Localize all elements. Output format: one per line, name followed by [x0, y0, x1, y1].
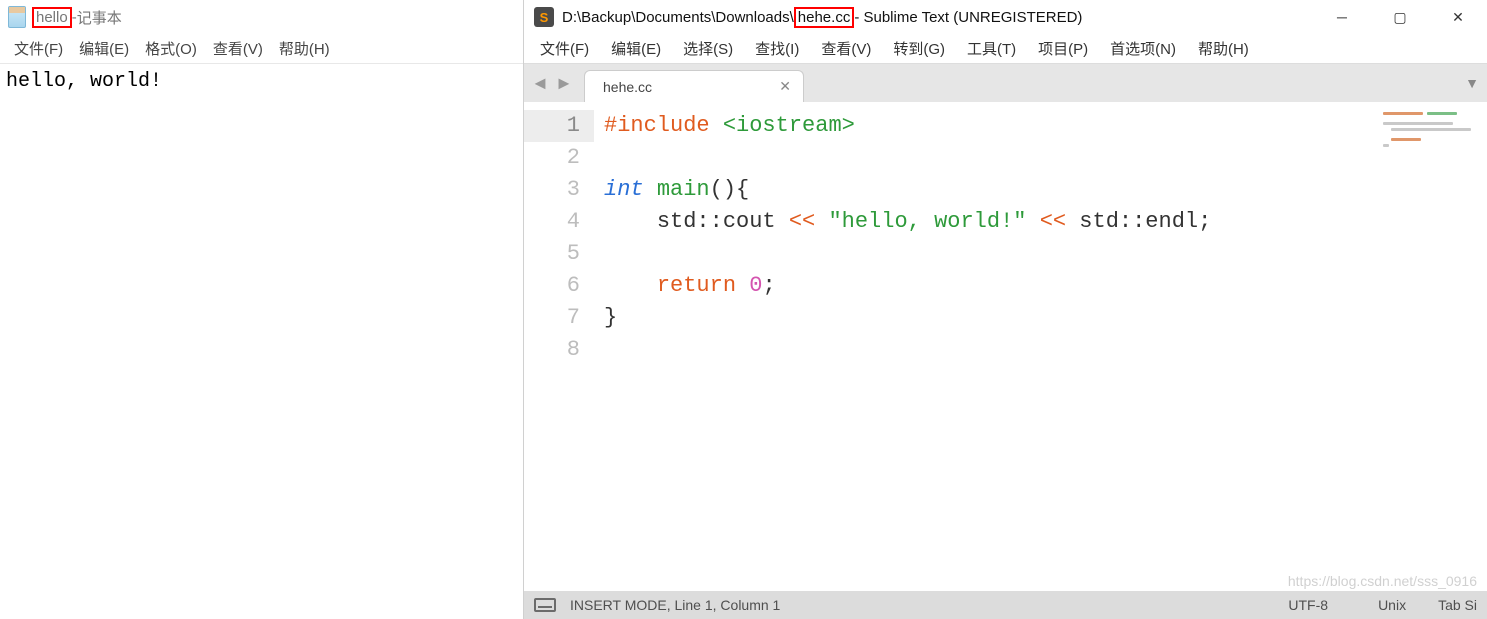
menu-file[interactable]: 文件(F): [8, 36, 69, 61]
st-menu-view[interactable]: 查看(V): [813, 36, 879, 61]
editor-area: 1 2 3 4 5 6 7 8 #include <iostream> int …: [524, 102, 1487, 591]
status-line-ending[interactable]: Unix: [1360, 597, 1424, 613]
token-preproc: #include: [604, 113, 710, 138]
minimap-line: [1427, 112, 1457, 115]
line-number: 8: [524, 334, 580, 366]
tab-nav-arrows[interactable]: ◄ ►: [524, 64, 580, 102]
line-number: 7: [524, 302, 580, 334]
status-mode[interactable]: INSERT MODE, Line 1, Column 1: [570, 597, 780, 613]
line-number: 3: [524, 174, 580, 206]
token-indent: [604, 209, 657, 234]
line-number: 2: [524, 142, 580, 174]
maximize-button[interactable]: ▢: [1371, 0, 1429, 34]
minimap-line: [1391, 138, 1421, 141]
chevron-right-icon[interactable]: ►: [555, 73, 573, 94]
chevron-left-icon[interactable]: ◄: [531, 73, 549, 94]
minimap-line: [1383, 122, 1453, 125]
notepad-title-file: hello: [32, 7, 72, 28]
menu-format[interactable]: 格式(O): [139, 36, 203, 61]
tab-close-icon[interactable]: ✕: [779, 78, 791, 95]
token-brace: }: [604, 305, 617, 330]
panel-toggle-icon[interactable]: [534, 598, 556, 612]
line-number: 1: [524, 110, 594, 142]
tab-overflow-button[interactable]: ▼: [1457, 64, 1487, 102]
token-op: <<: [1040, 209, 1066, 234]
st-menu-goto[interactable]: 转到(G): [885, 36, 953, 61]
code-editor[interactable]: #include <iostream> int main(){ std::cou…: [594, 102, 1377, 591]
minimize-button[interactable]: ─: [1313, 0, 1371, 34]
line-number: 6: [524, 270, 580, 302]
notepad-menubar: 文件(F) 编辑(E) 格式(O) 查看(V) 帮助(H): [0, 34, 523, 64]
line-gutter[interactable]: 1 2 3 4 5 6 7 8: [524, 102, 594, 591]
sublime-titlebar[interactable]: S D:\Backup\Documents\Downloads\ hehe.cc…: [524, 0, 1487, 34]
tab-strip: ◄ ► hehe.cc ✕ ▼: [524, 64, 1487, 102]
token-header: <iostream>: [723, 113, 855, 138]
token-keyword: return: [657, 273, 736, 298]
sublime-title-suffix: - Sublime Text (UNREGISTERED): [854, 9, 1082, 26]
notepad-title-app: 记事本: [77, 7, 122, 28]
token-string: "hello, world!": [815, 209, 1039, 234]
minimap-line: [1383, 144, 1389, 147]
minimap[interactable]: [1377, 102, 1487, 591]
st-menu-edit[interactable]: 编辑(E): [603, 36, 669, 61]
status-indent[interactable]: Tab Si: [1438, 597, 1477, 613]
tab-label: hehe.cc: [603, 79, 652, 95]
menu-help[interactable]: 帮助(H): [273, 36, 336, 61]
line-number: 4: [524, 206, 580, 238]
token-space: [736, 273, 749, 298]
st-menu-select[interactable]: 选择(S): [675, 36, 741, 61]
st-menu-tools[interactable]: 工具(T): [959, 36, 1024, 61]
sublime-title-file: hehe.cc: [794, 7, 855, 28]
notepad-titlebar[interactable]: hello - 记事本: [0, 0, 523, 34]
sublime-icon: S: [534, 7, 554, 27]
token-op: <<: [789, 209, 815, 234]
menu-view[interactable]: 查看(V): [207, 36, 269, 61]
token-type: int: [604, 177, 644, 202]
tab-hehe-cc[interactable]: hehe.cc ✕: [584, 70, 804, 102]
st-menu-help[interactable]: 帮助(H): [1190, 36, 1257, 61]
notepad-window: hello - 记事本 文件(F) 编辑(E) 格式(O) 查看(V) 帮助(H…: [0, 0, 524, 619]
token-ns: std::endl;: [1066, 209, 1211, 234]
sublime-window: S D:\Backup\Documents\Downloads\ hehe.cc…: [524, 0, 1487, 619]
token-punc: (){: [710, 177, 750, 202]
token-indent: [604, 273, 657, 298]
token-number: 0: [749, 273, 762, 298]
notepad-icon: [8, 6, 26, 28]
token-func: main: [657, 177, 710, 202]
status-bar: INSERT MODE, Line 1, Column 1 UTF-8 Unix…: [524, 591, 1487, 619]
sublime-title-path: D:\Backup\Documents\Downloads\: [562, 9, 794, 26]
minimap-line: [1383, 112, 1423, 115]
st-menu-prefs[interactable]: 首选项(N): [1102, 36, 1184, 61]
close-button[interactable]: ✕: [1429, 0, 1487, 34]
status-encoding[interactable]: UTF-8: [1270, 597, 1346, 613]
st-menu-file[interactable]: 文件(F): [532, 36, 597, 61]
window-buttons: ─ ▢ ✕: [1313, 0, 1487, 34]
sublime-menubar: 文件(F) 编辑(E) 选择(S) 查找(I) 查看(V) 转到(G) 工具(T…: [524, 34, 1487, 64]
st-menu-find[interactable]: 查找(I): [747, 36, 807, 61]
notepad-text-area[interactable]: hello, world!: [0, 64, 523, 619]
menu-edit[interactable]: 编辑(E): [73, 36, 135, 61]
line-number: 5: [524, 238, 580, 270]
minimap-line: [1391, 128, 1471, 131]
token-ns: std::cout: [657, 209, 789, 234]
token-punc: ;: [762, 273, 775, 298]
st-menu-project[interactable]: 项目(P): [1030, 36, 1096, 61]
